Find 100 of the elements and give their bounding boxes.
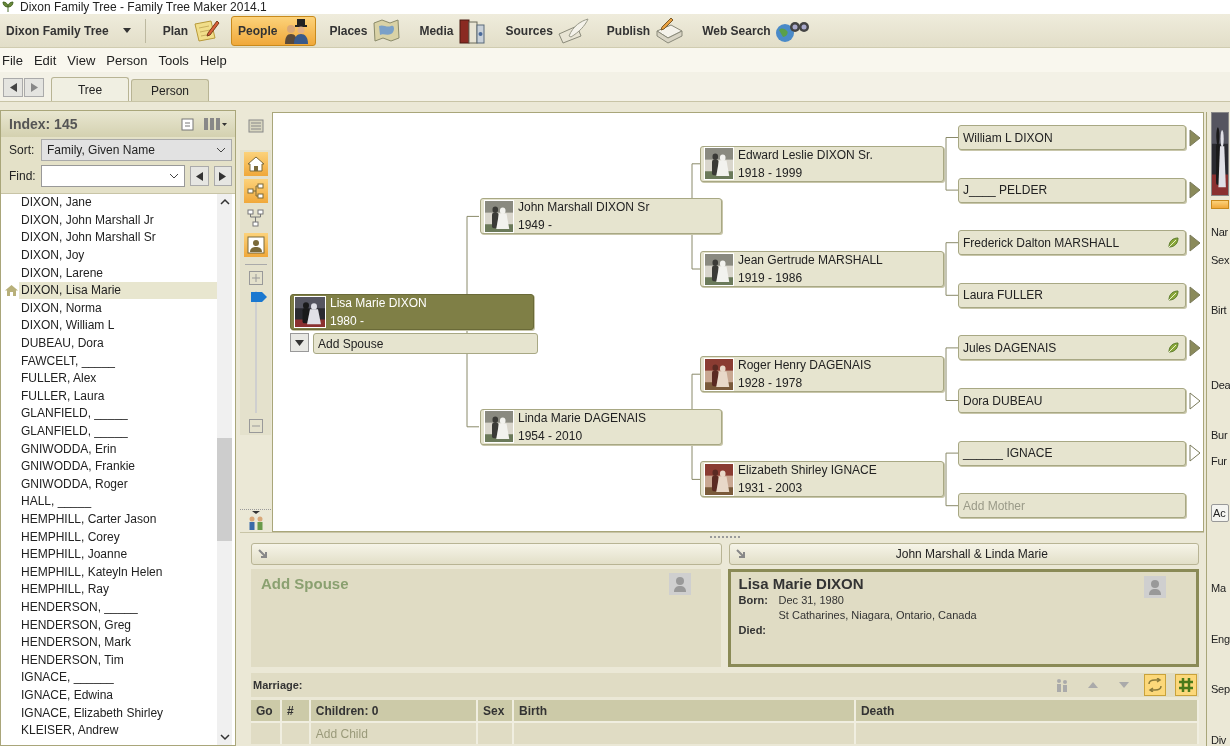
list-item[interactable]: DIXON, Joy: [19, 247, 87, 265]
list-item[interactable]: HEMPHILL, Corey: [19, 528, 122, 546]
person-card[interactable]: Jules DAGENAIS: [958, 335, 1186, 361]
pedigree-icon[interactable]: [243, 179, 268, 203]
person-card[interactable]: Elizabeth Shirley IGNACE 1931 - 2003: [700, 461, 944, 498]
avatar-icon[interactable]: [1144, 576, 1167, 598]
list-item[interactable]: HENDERSON, Greg: [19, 616, 134, 634]
spouse-bar[interactable]: [251, 543, 722, 565]
list-item[interactable]: HENDERSON, _____: [19, 598, 140, 616]
list-item[interactable]: HEMPHILL, Kateyln Helen: [19, 563, 165, 581]
list-item[interactable]: HEMPHILL, Joanne: [19, 546, 130, 564]
list-item[interactable]: DIXON, Jane: [19, 194, 94, 212]
swap-icon[interactable]: [1144, 674, 1167, 696]
menu-item[interactable]: View: [65, 52, 102, 68]
add-button[interactable]: Ac: [1211, 504, 1230, 522]
list-item[interactable]: HEMPHILL, Ray: [19, 581, 112, 599]
column-header[interactable]: #: [280, 700, 310, 722]
grid-icon[interactable]: [1175, 674, 1198, 696]
dropdown-button[interactable]: [290, 333, 309, 352]
list-item[interactable]: DUBEAU, Dora: [19, 335, 106, 353]
avatar-icon[interactable]: [668, 573, 691, 595]
list-item[interactable]: DIXON, John Marshall Sr: [19, 229, 158, 247]
jump-arrow-icon[interactable]: [258, 549, 268, 559]
workspace-button[interactable]: Publish: [599, 15, 690, 46]
list-item[interactable]: GLANFIELD, _____: [19, 405, 130, 423]
person-card[interactable]: ______ IGNACE: [958, 440, 1186, 466]
list-item[interactable]: DIXON, Norma: [19, 299, 104, 317]
column-header[interactable]: Death: [854, 700, 1198, 722]
list-item[interactable]: FAWCELT, _____: [19, 352, 118, 370]
list-item[interactable]: IGNACE, Elizabeth Shirley: [19, 704, 166, 722]
jump-arrow-icon[interactable]: [735, 549, 746, 559]
list-item[interactable]: FULLER, Alex: [19, 370, 99, 388]
workspace-button[interactable]: Media: [412, 15, 493, 46]
columns-icon[interactable]: [203, 117, 227, 131]
menu-item[interactable]: File: [0, 52, 29, 68]
menu-item[interactable]: Edit: [31, 52, 63, 68]
expand-arrow-icon[interactable]: [1189, 233, 1201, 252]
add-spouse-field[interactable]: Add Spouse: [313, 333, 538, 354]
column-header[interactable]: Go: [251, 700, 281, 722]
home-icon[interactable]: [243, 152, 268, 176]
list-item[interactable]: HENDERSON, Tim: [19, 651, 126, 669]
expand-arrow-icon[interactable]: [1189, 338, 1201, 357]
person-card[interactable]: Linda Marie DAGENAIS 1954 - 2010: [480, 408, 722, 445]
menu-item[interactable]: Person: [104, 52, 154, 68]
list-item[interactable]: GNIWODDA, Erin: [19, 440, 119, 458]
leaf-icon[interactable]: [1168, 237, 1179, 249]
person-card[interactable]: J____ PELDER: [958, 177, 1186, 203]
column-header[interactable]: Birth: [513, 700, 855, 722]
next-button[interactable]: [213, 166, 232, 186]
list-item[interactable]: GLANFIELD, _____: [19, 423, 130, 440]
list-item[interactable]: DIXON, John Marshall Jr: [19, 211, 156, 229]
back-button[interactable]: [3, 78, 23, 97]
expand-arrow-icon[interactable]: [1189, 128, 1201, 147]
scrollbar-thumb[interactable]: [217, 438, 232, 541]
expand-arrow-icon[interactable]: [1189, 286, 1201, 305]
list-item[interactable]: KLEISER, Andrew: [19, 722, 121, 740]
person-card[interactable]: Lisa Marie DIXON 1980 -: [290, 294, 534, 330]
edit-button[interactable]: [1211, 200, 1230, 209]
zoom-out-icon[interactable]: [248, 419, 263, 433]
person-card[interactable]: Frederick Dalton MARSHALL: [958, 230, 1186, 256]
list-item[interactable]: HALL, _____: [19, 493, 94, 511]
parents-bar[interactable]: John Marshall & Linda Marie: [728, 543, 1200, 565]
expand-arrow-icon[interactable]: [1189, 391, 1201, 410]
person-card[interactable]: William L DIXON: [958, 125, 1186, 150]
person-card[interactable]: Lisa Marie DIXON Born: Dec 31, 1980 St Catharines, Niagara, Ontario, Canada Died:: [727, 569, 1200, 667]
list-item[interactable]: HEMPHILL, Carter Jason: [19, 511, 159, 528]
menu-item[interactable]: Help: [197, 52, 233, 68]
tab[interactable]: Person: [131, 79, 209, 101]
list-item[interactable]: FULLER, Laura: [19, 387, 107, 405]
clipboard-icon[interactable]: [181, 117, 195, 131]
person-card[interactable]: Roger Henry DAGENAIS 1928 - 1978: [700, 356, 944, 393]
expand-arrow-icon[interactable]: [1189, 444, 1201, 463]
caret-icon[interactable]: [122, 28, 131, 33]
workspace-button[interactable]: Web Search: [695, 15, 814, 46]
list-item[interactable]: IGNACE, ______: [19, 669, 116, 687]
person-card[interactable]: Edward Leslie DIXON Sr. 1918 - 1999: [700, 145, 944, 182]
scroll-down-icon[interactable]: [219, 733, 230, 741]
list-item[interactable]: IGNACE, Edwina: [19, 686, 116, 704]
list-item[interactable]: DIXON, William L: [19, 317, 117, 335]
list-item[interactable]: GNIWODDA, Roger: [19, 475, 130, 493]
sort-dropdown[interactable]: Family, Given Name: [41, 139, 232, 161]
tab[interactable]: Tree: [51, 77, 129, 101]
list-item[interactable]: HENDERSON, Mark: [19, 634, 133, 652]
leaf-icon[interactable]: [1168, 342, 1179, 354]
leaf-icon[interactable]: [1168, 289, 1179, 301]
list-item[interactable]: GNIWODDA, Frankie: [19, 458, 137, 476]
scroll-up-icon[interactable]: [219, 198, 230, 206]
list-item[interactable]: DIXON, Lisa Marie: [19, 282, 217, 300]
person-card[interactable]: Laura FULLER: [958, 282, 1186, 308]
person-card[interactable]: Dora DUBEAU: [958, 388, 1186, 413]
column-header[interactable]: Children: 0: [309, 700, 478, 722]
zoom-slider-thumb[interactable]: [250, 292, 267, 303]
expand-arrow-icon[interactable]: [1189, 181, 1201, 200]
workspace-button[interactable]: People: [231, 15, 317, 46]
workspace-button[interactable]: Places: [322, 15, 407, 46]
column-header[interactable]: Sex: [477, 700, 513, 722]
person-icon[interactable]: [243, 233, 268, 257]
previous-button[interactable]: [190, 166, 209, 186]
workspace-button[interactable]: Sources: [498, 15, 594, 46]
menu-item[interactable]: Tools: [156, 52, 195, 68]
